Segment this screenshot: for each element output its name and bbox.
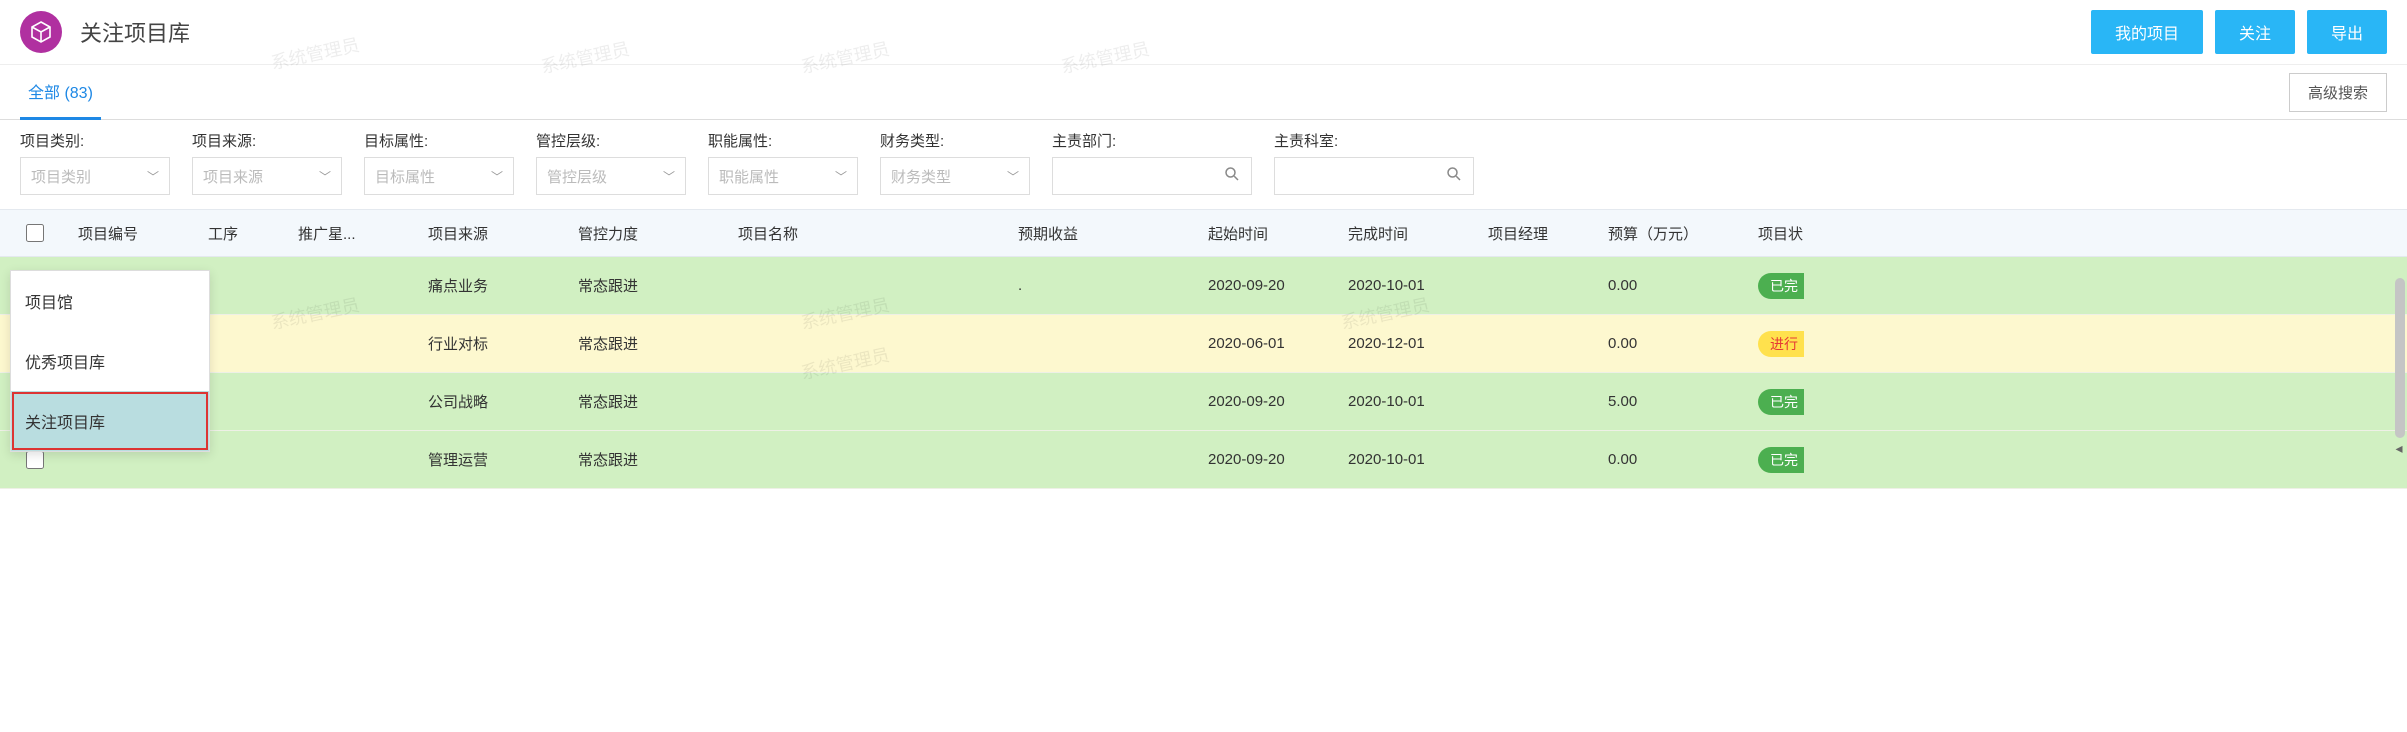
cell-source: 痛点业务 [420,275,570,296]
chevron-down-icon: ﹀ [835,168,847,185]
export-button[interactable]: 导出 [2307,10,2387,54]
cell-start: 2020-09-20 [1200,393,1340,410]
page-title: 关注项目库 [80,16,190,48]
cell-end: 2020-12-01 [1340,335,1480,352]
cell-budget: 0.00 [1600,451,1750,468]
col-header: 项目状 [1750,223,1830,244]
follow-button[interactable]: 关注 [2215,10,2295,54]
select-all-checkbox[interactable] [26,224,44,242]
cell-profit: . [1010,277,1200,294]
filter-placeholder: 项目类别 [31,166,91,187]
nav-dropdown-menu: 项目馆 优秀项目库 关注项目库 [10,270,210,452]
cell-control: 常态跟进 [570,333,730,354]
filter-placeholder: 项目来源 [203,166,263,187]
cell-end: 2020-10-01 [1340,277,1480,294]
filter-select-finance[interactable]: 财务类型 ﹀ [880,157,1030,195]
cell-end: 2020-10-01 [1340,451,1480,468]
table-row[interactable]: 481公司战略常态跟进2020-09-202020-10-015.00已完 [0,373,2407,431]
menu-item-excellent[interactable]: 优秀项目库 [11,331,209,391]
cell-budget: 0.00 [1600,277,1750,294]
chevron-down-icon: ﹀ [147,168,159,185]
advanced-search-button[interactable]: 高级搜索 [2289,73,2387,112]
tabs-row: 全部 (83) 高级搜索 [0,65,2407,120]
filter-label-function: 职能属性: [708,130,858,151]
menu-item-follow[interactable]: 关注项目库 [11,391,209,451]
chevron-down-icon: ﹀ [491,168,503,185]
table-row[interactable]: 482行业对标常态跟进2020-06-012020-12-010.00进行 [0,315,2407,373]
col-header: 项目编号 [70,223,200,244]
table-row[interactable]: 管理运营常态跟进 2020-09-202020-10-01 0.00已完 [0,431,2407,489]
col-header: 项目经理 [1480,223,1600,244]
filter-label-dept: 主责部门: [1052,130,1252,151]
filter-select-source[interactable]: 项目来源 ﹀ [192,157,342,195]
search-icon [1223,165,1241,187]
cell-start: 2020-06-01 [1200,335,1340,352]
scroll-arrow-icon[interactable]: ◂ [2391,438,2407,458]
chevron-down-icon: ﹀ [319,168,331,185]
cell-status: 已完 [1750,447,1830,473]
chevron-down-icon: ﹀ [1007,168,1019,185]
col-header: 推广星... [290,223,420,244]
search-icon [1445,165,1463,187]
filter-placeholder: 财务类型 [891,166,951,187]
filter-select-function[interactable]: 职能属性 ﹀ [708,157,858,195]
col-header: 管控力度 [570,223,730,244]
filter-search-dept[interactable] [1052,157,1252,195]
col-header: 完成时间 [1340,223,1480,244]
col-header: 预算（万元） [1600,223,1750,244]
cell-control: 常态跟进 [570,391,730,412]
my-projects-button[interactable]: 我的项目 [2091,10,2203,54]
filter-placeholder: 目标属性 [375,166,435,187]
chevron-down-icon: ﹀ [663,168,675,185]
page-header: 关注项目库 我的项目 关注 导出 [0,0,2407,65]
cell-status: 进行 [1750,331,1830,357]
cell-start: 2020-09-20 [1200,277,1340,294]
filter-label-category: 项目类别: [20,130,170,151]
filter-placeholder: 职能属性 [719,166,779,187]
table-row[interactable]: 483痛点业务常态跟进.2020-09-202020-10-010.00已完 [0,257,2407,315]
filter-label-source: 项目来源: [192,130,342,151]
filter-label-office: 主责科室: [1274,130,1474,151]
cell-control: 常态跟进 [570,275,730,296]
filter-bar: 项目类别: 项目类别 ﹀ 项目来源: 项目来源 ﹀ 目标属性: 目标属性 ﹀ 管… [0,120,2407,209]
filter-label-control: 管控层级: [536,130,686,151]
filter-label-target: 目标属性: [364,130,514,151]
cell-status: 已完 [1750,389,1830,415]
table-header-row: 项目编号 工序 推广星... 项目来源 管控力度 项目名称 预期收益 起始时间 … [0,209,2407,257]
col-header: 工序 [200,223,290,244]
filter-placeholder: 管控层级 [547,166,607,187]
filter-search-office[interactable] [1274,157,1474,195]
filter-select-control[interactable]: 管控层级 ﹀ [536,157,686,195]
filter-select-target[interactable]: 目标属性 ﹀ [364,157,514,195]
tab-all[interactable]: 全部 (83) [20,65,101,120]
col-header: 项目名称 [730,223,1010,244]
col-header: 项目来源 [420,223,570,244]
cell-budget: 0.00 [1600,335,1750,352]
filter-select-category[interactable]: 项目类别 ﹀ [20,157,170,195]
cell-source: 行业对标 [420,333,570,354]
cell-status: 已完 [1750,273,1830,299]
cell-end: 2020-10-01 [1340,393,1480,410]
cell-control: 常态跟进 [570,449,730,470]
cell-source: 管理运营 [420,449,570,470]
row-checkbox[interactable] [26,451,44,469]
cell-budget: 5.00 [1600,393,1750,410]
scrollbar-thumb[interactable] [2395,278,2405,438]
cube-icon [20,11,62,53]
filter-label-finance: 财务类型: [880,130,1030,151]
col-header: 预期收益 [1010,223,1200,244]
menu-item-project-hall[interactable]: 项目馆 [11,271,209,331]
project-table: 项目编号 工序 推广星... 项目来源 管控力度 项目名称 预期收益 起始时间 … [0,209,2407,489]
cell-start: 2020-09-20 [1200,451,1340,468]
cell-source: 公司战略 [420,391,570,412]
col-header: 起始时间 [1200,223,1340,244]
